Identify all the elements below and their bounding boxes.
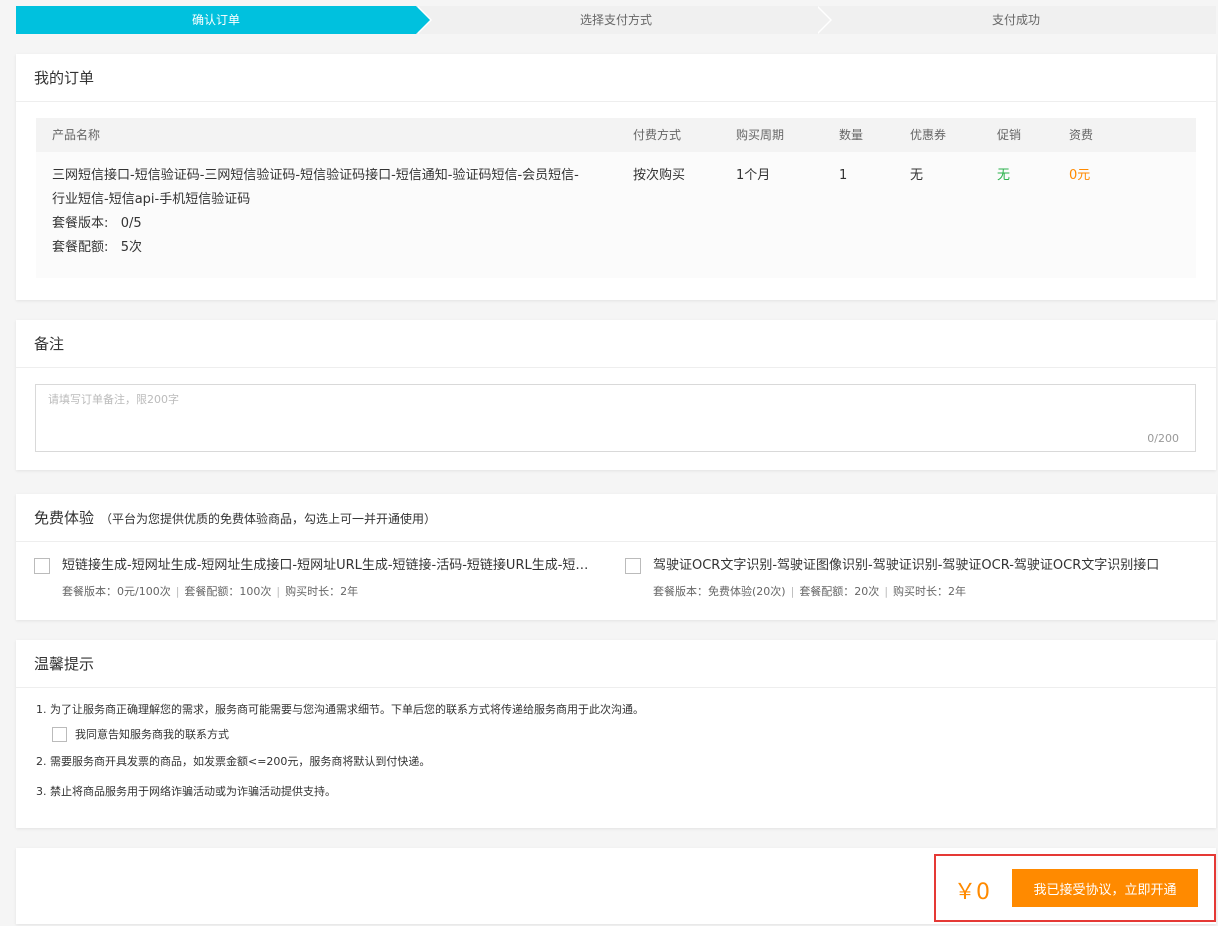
total-price: ￥0 <box>954 880 990 905</box>
product-name-line1: 三网短信接口-短信验证码-三网短信验证码-短信验证码接口-短信通知-验证码短信-… <box>52 168 579 183</box>
pay-highlight-box: ￥0 我已接受协议，立即开通 <box>934 854 1216 922</box>
fee-value: 0元 <box>1069 168 1091 183</box>
remark-card: 备注 0/200 <box>16 320 1216 470</box>
agree-contact-label: 我同意告知服务商我的联系方式 <box>75 728 229 741</box>
trial-version: 套餐版本：0元/100次 <box>62 585 171 598</box>
promo-value: 无 <box>997 168 1011 183</box>
trial-version: 套餐版本：免费体验(20次) <box>653 585 786 598</box>
tips-title: 温馨提示 <box>16 640 1216 688</box>
free-trial-card: 免费体验 （平台为您提供优质的免费体验商品，勾选上可一并开通使用） 短链接生成-短… <box>16 494 1216 620</box>
step-choose-payment: 选择支付方式 <box>416 6 832 34</box>
col-coupon: 优惠券 <box>910 128 947 142</box>
trial-meta: 套餐版本：免费体验(20次) | 套餐配额：20次 | 购买时长：2年 <box>653 585 967 598</box>
col-promo: 促销 <box>997 128 1022 142</box>
order-title: 我的订单 <box>16 54 1216 102</box>
trial-checkbox[interactable] <box>625 558 641 574</box>
free-trial-title: 免费体验 （平台为您提供优质的免费体验商品，勾选上可一并开通使用） <box>16 494 1216 542</box>
tips-list: 1. 为了让服务商正确理解您的需求，服务商可能需要与您沟通需求细节。下单后您的联… <box>16 688 1216 802</box>
remark-title: 备注 <box>16 320 1216 368</box>
remark-char-count: 0/200 <box>1147 432 1179 445</box>
free-trial-subtitle: （平台为您提供优质的免费体验商品，勾选上可一并开通使用） <box>100 512 437 526</box>
col-pay-type: 付费方式 <box>633 128 682 142</box>
step-label: 确认订单 <box>191 13 240 27</box>
tips-card: 温馨提示 1. 为了让服务商正确理解您的需求，服务商可能需要与您沟通需求细节。下… <box>16 640 1216 828</box>
col-qty: 数量 <box>839 128 864 142</box>
step-label: 支付成功 <box>991 13 1040 27</box>
remark-input[interactable] <box>36 385 1195 451</box>
tip-2: 2. 需要服务商开具发票的商品，如发票金额<=200元，服务商将默认到付快递。 <box>36 755 431 768</box>
trial-quota: 套餐配额：100次 <box>184 585 272 598</box>
trial-name: 短链接生成-短网址生成-短网址生成接口-短网址URL生成-短链接-活码-短链接U… <box>62 558 592 573</box>
trial-name: 驾驶证OCR文字识别-驾驶证图像识别-驾驶证识别-驾驶证OCR-驾驶证OCR文字… <box>653 558 1160 573</box>
trial-duration: 购买时长：2年 <box>893 585 967 598</box>
coupon-value: 无 <box>910 168 924 183</box>
period-value: 1个月 <box>736 168 771 183</box>
step-label: 选择支付方式 <box>579 13 652 27</box>
product-info: 三网短信接口-短信验证码-三网短信验证码-短信验证码接口-短信通知-验证码短信-… <box>36 164 633 260</box>
agree-contact-checkbox[interactable] <box>52 726 67 742</box>
qty-value: 1 <box>839 168 848 183</box>
trial-quota: 套餐配额：20次 <box>799 585 880 598</box>
accept-and-open-button[interactable]: 我已接受协议，立即开通 <box>1012 869 1198 907</box>
list-item: 驾驶证OCR文字识别-驾驶证图像识别-驾驶证识别-驾驶证OCR-驾驶证OCR文字… <box>625 556 1216 600</box>
step-arrow <box>416 6 430 34</box>
step-confirm-order: 确认订单 <box>16 6 432 34</box>
step-payment-success: 支付成功 <box>816 6 1216 34</box>
package-version: 套餐版本: 0/5 <box>52 216 142 231</box>
step-arrow <box>816 6 830 34</box>
tip-3: 3. 禁止将商品服务用于网络诈骗活动或为诈骗活动提供支持。 <box>36 785 336 798</box>
agree-contact-row[interactable]: 我同意告知服务商我的联系方式 <box>52 726 1216 742</box>
progress-steps: 确认订单 选择支付方式 支付成功 <box>16 6 1216 34</box>
list-item: 短链接生成-短网址生成-短网址生成接口-短网址URL生成-短链接-活码-短链接U… <box>34 556 625 600</box>
tip-1: 1. 为了让服务商正确理解您的需求，服务商可能需要与您沟通需求细节。下单后您的联… <box>36 703 644 716</box>
table-row: 三网短信接口-短信验证码-三网短信验证码-短信验证码接口-短信通知-验证码短信-… <box>36 152 1196 278</box>
checkout-footer: ￥0 我已接受协议，立即开通 <box>16 848 1216 924</box>
order-table-header: 产品名称 付费方式 购买周期 数量 优惠券 促销 资费 <box>36 118 1196 152</box>
product-name-line2: 行业短信-短信api-手机短信验证码 <box>52 192 251 207</box>
order-table: 产品名称 付费方式 购买周期 数量 优惠券 促销 资费 三网短信接口-短信验证码… <box>36 118 1196 278</box>
col-period: 购买周期 <box>736 128 785 142</box>
trial-meta: 套餐版本：0元/100次 | 套餐配额：100次 | 购买时长：2年 <box>62 585 359 598</box>
package-quota: 套餐配额: 5次 <box>52 240 143 255</box>
trial-duration: 购买时长：2年 <box>285 585 359 598</box>
col-fee: 资费 <box>1069 128 1094 142</box>
free-trial-heading: 免费体验 <box>34 509 95 527</box>
pay-type-value: 按次购买 <box>633 168 686 183</box>
free-trial-list: 短链接生成-短网址生成-短网址生成接口-短网址URL生成-短链接-活码-短链接U… <box>16 542 1216 600</box>
col-product-name: 产品名称 <box>52 128 101 142</box>
remark-box: 0/200 <box>35 384 1196 452</box>
order-card: 我的订单 产品名称 付费方式 购买周期 数量 优惠券 促销 资费 三网短信接口-… <box>16 54 1216 300</box>
trial-checkbox[interactable] <box>34 558 50 574</box>
